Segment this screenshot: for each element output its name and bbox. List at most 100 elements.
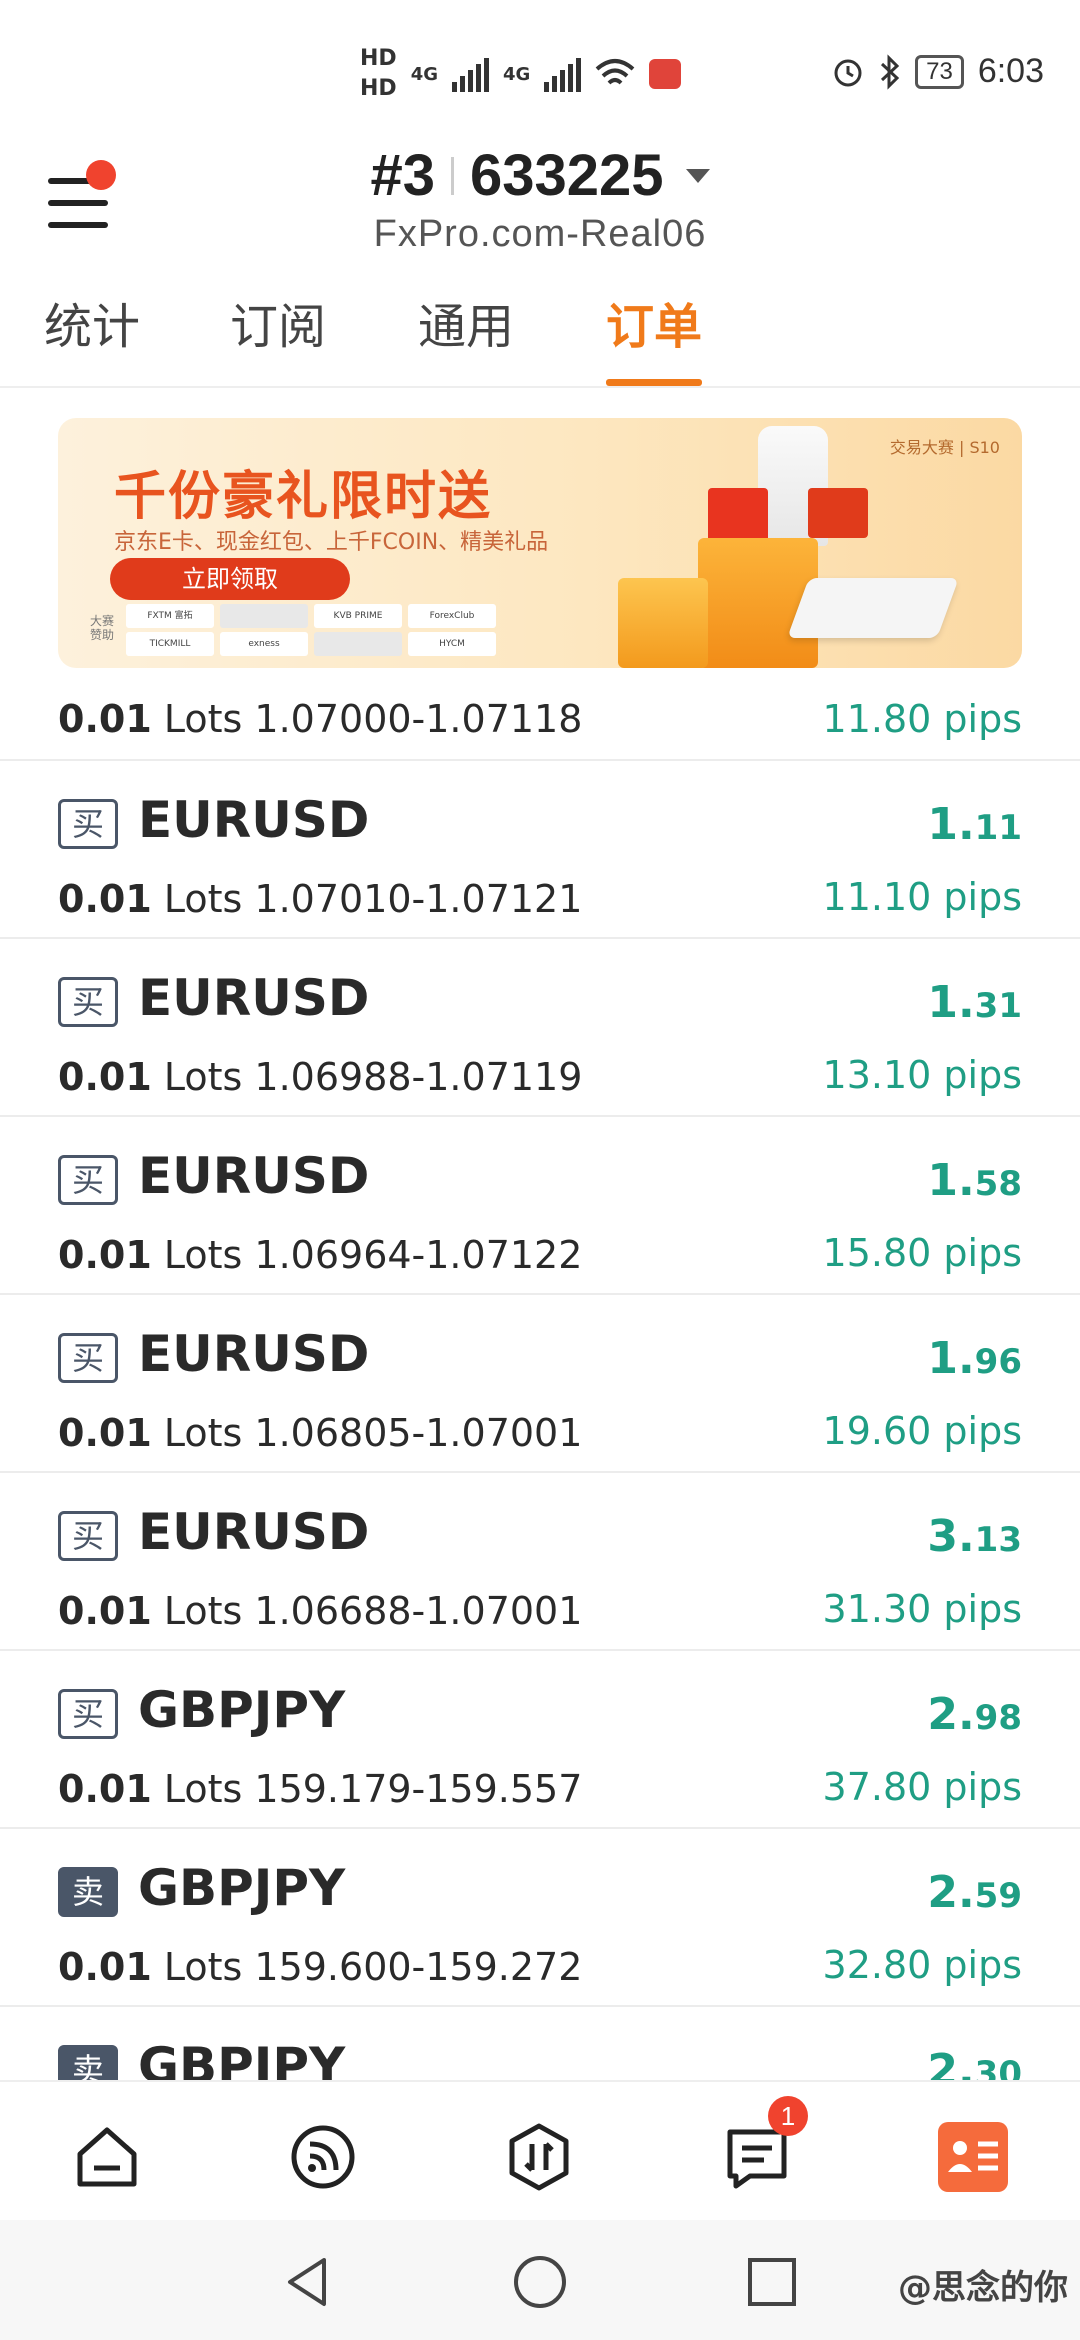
account-number: 633225 (469, 143, 664, 208)
menu-button[interactable] (48, 160, 116, 230)
status-bar: HD HD 4G 4G 73 6:03 (0, 0, 1080, 140)
bottom-nav: 1 (0, 2080, 1080, 2222)
server-name: FxPro.com-Real06 (373, 213, 707, 255)
order-row[interactable]: 卖 GBPJPY 2.59 0.01 Lots 159.600-159.272 … (0, 1829, 1080, 2007)
sell-tag: 卖 (58, 2045, 118, 2080)
recents-icon[interactable] (742, 2252, 802, 2312)
order-lots: 0.01 (58, 1945, 152, 1989)
signal-feed-icon[interactable] (288, 2122, 358, 2192)
order-profit: 3.13 (927, 1511, 1022, 1562)
order-symbol: GBPJPY (138, 2037, 346, 2080)
wifi-icon (595, 59, 635, 85)
order-row[interactable]: 买 EURUSD 3.13 0.01 Lots 1.06688-1.07001 … (0, 1473, 1080, 1651)
order-symbol: EURUSD (138, 791, 370, 849)
sponsor-logos: FXTM 富拓 KVB PRIME ForexClub TICKMILL exn… (126, 604, 506, 656)
order-profit: 2.98 (927, 1689, 1022, 1740)
profit-int: 2. (927, 1689, 975, 1740)
banner-title: 千份豪礼限时送 (114, 467, 493, 527)
back-icon[interactable] (278, 2252, 338, 2312)
profit-dec: 96 (974, 1342, 1022, 1382)
lots-unit: Lots (163, 1767, 243, 1811)
sell-tag: 卖 (58, 1867, 118, 1917)
sponsor-logo: exness (220, 632, 308, 656)
order-row[interactable]: 买 EURUSD 1.11 0.01 Lots 1.07010-1.07121 … (0, 761, 1080, 939)
price-range: 1.06688-1.07001 (254, 1589, 583, 1633)
tab-bar: 统计 订阅 通用 订单 (0, 290, 1080, 388)
order-profit: 1.96 (927, 1333, 1022, 1384)
order-details: 0.01 Lots 1.06688-1.07001 (58, 1589, 582, 1633)
tab-subscribe[interactable]: 订阅 (230, 290, 326, 386)
banner-brand: 交易大赛 | S10 (889, 438, 1000, 457)
profit-dec: 98 (974, 1698, 1022, 1738)
order-profit: 2.30 (927, 2045, 1022, 2080)
trade-icon[interactable] (504, 2122, 574, 2192)
buy-tag: 买 (58, 1333, 118, 1383)
account-selector[interactable]: #3 633225 FxPro.com-Real06 (0, 140, 1080, 256)
sponsor-logo: HYCM (408, 632, 496, 656)
lots-unit: Lots (163, 1055, 243, 1099)
hd-indicator: HD HD (360, 44, 397, 104)
order-symbol: EURUSD (138, 1147, 370, 1205)
price-range: 1.06805-1.07001 (254, 1411, 583, 1455)
messages-icon[interactable]: 1 (722, 2096, 808, 2192)
tab-general[interactable]: 通用 (418, 290, 514, 386)
order-lots: 0.01 (58, 697, 152, 741)
hd-label-1: HD (360, 46, 397, 71)
sponsor-logo: TICKMILL (126, 632, 214, 656)
lots-unit: Lots (163, 697, 243, 741)
order-row[interactable]: 买 EURUSD 1.58 0.01 Lots 1.06964-1.07122 … (0, 1117, 1080, 1295)
order-pips: 32.80 pips (822, 1943, 1022, 1987)
order-row[interactable]: 0.01 Lots 1.07000-1.07118 11.80 pips (0, 695, 1080, 761)
lots-unit: Lots (163, 877, 243, 921)
profit-int: 1. (927, 1155, 975, 1206)
order-lots: 0.01 (58, 1767, 152, 1811)
tab-orders[interactable]: 订单 (606, 290, 703, 386)
profit-int: 1. (927, 977, 975, 1028)
order-row[interactable]: 买 GBPJPY 2.98 0.01 Lots 159.179-159.557 … (0, 1651, 1080, 1829)
profit-int: 1. (927, 1333, 975, 1384)
lots-unit: Lots (163, 1233, 243, 1277)
price-range: 159.600-159.272 (254, 1945, 583, 1989)
sponsor-logo (220, 604, 308, 628)
order-details: 0.01 Lots 1.07010-1.07121 (58, 877, 582, 921)
order-pips: 11.10 pips (822, 875, 1022, 919)
profit-dec: 13 (974, 1520, 1022, 1560)
profit-dec: 31 (974, 986, 1022, 1026)
profit-int: 3. (927, 1511, 975, 1562)
order-row[interactable]: 买 EURUSD 1.31 0.01 Lots 1.06988-1.07119 … (0, 939, 1080, 1117)
home-circle-icon[interactable] (510, 2252, 570, 2312)
order-pips: 15.80 pips (822, 1231, 1022, 1275)
lots-unit: Lots (163, 1411, 243, 1455)
home-icon[interactable] (72, 2122, 142, 2192)
status-right: 73 6:03 (831, 52, 1044, 91)
profit-dec: 30 (974, 2054, 1022, 2080)
order-symbol: EURUSD (138, 1325, 370, 1383)
order-pips: 19.60 pips (822, 1409, 1022, 1453)
order-row[interactable]: 买 EURUSD 1.96 0.01 Lots 1.06805-1.07001 … (0, 1295, 1080, 1473)
order-pips: 37.80 pips (822, 1765, 1022, 1809)
banner-subtitle: 京东E卡、现金红包、上千FCOIN、精美礼品 (114, 530, 549, 555)
app-header: #3 633225 FxPro.com-Real06 (0, 140, 1080, 290)
claim-now-button[interactable]: 立即领取 (110, 558, 350, 600)
buy-tag: 买 (58, 1511, 118, 1561)
hd-label-2: HD (360, 76, 397, 101)
gift-card-image (808, 488, 868, 538)
sponsor-logo (314, 632, 402, 656)
signal-icon-2 (544, 56, 582, 92)
keyboard-image (787, 578, 959, 638)
chevron-down-icon[interactable] (685, 168, 710, 183)
order-list[interactable]: 0.01 Lots 1.07000-1.07118 11.80 pips 买 E… (0, 695, 1080, 2080)
notification-app-icon (649, 59, 682, 89)
order-lots: 0.01 (58, 1233, 152, 1277)
order-pips: 31.30 pips (822, 1587, 1022, 1631)
price-range: 1.06964-1.07122 (254, 1233, 583, 1277)
sponsor-label: 大赛赞助 (90, 614, 115, 642)
buy-tag: 买 (58, 1689, 118, 1739)
order-row[interactable]: 卖 GBPJPY 2.30 (0, 2007, 1080, 2080)
profit-dec: 58 (974, 1164, 1022, 1204)
profile-card-icon[interactable] (938, 2122, 1008, 2192)
messages-badge: 1 (768, 2096, 808, 2136)
order-lots: 0.01 (58, 877, 152, 921)
tab-stats[interactable]: 统计 (44, 290, 140, 386)
promo-banner[interactable]: 交易大赛 | S10 千份豪礼限时送 京东E卡、现金红包、上千FCOIN、精美礼… (58, 418, 1022, 668)
